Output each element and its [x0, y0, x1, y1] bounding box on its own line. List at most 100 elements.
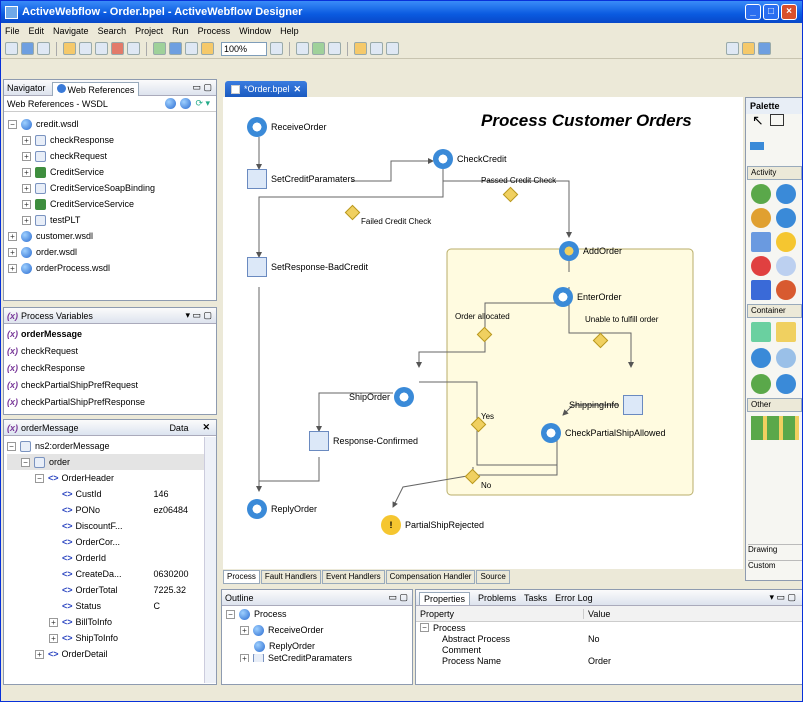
data-tree-row[interactable]: <> PONo ez06484 — [7, 502, 216, 518]
perspective-debug-icon[interactable] — [758, 42, 771, 55]
perspective-bpel-icon[interactable] — [742, 42, 755, 55]
other-tools-icon[interactable] — [751, 416, 799, 440]
save-icon[interactable] — [21, 42, 34, 55]
flow-icon[interactable] — [751, 322, 771, 342]
menu-edit[interactable]: Edit — [29, 26, 45, 36]
data-tree-row[interactable]: <> OrderCor... — [7, 534, 216, 550]
zoom-select[interactable]: 100% — [221, 41, 267, 56]
outline-item[interactable]: + SetCreditParamaters — [222, 654, 412, 662]
data-tree-row[interactable]: − order — [7, 454, 216, 470]
wsdl-tree-item[interactable]: + testPLT — [8, 212, 216, 228]
maximize-button[interactable]: □ — [763, 4, 779, 20]
tab-fault-handlers[interactable]: Fault Handlers — [260, 570, 321, 584]
add-wsdl-icon[interactable] — [165, 98, 177, 109]
empty-icon[interactable] — [751, 280, 771, 300]
align-icon[interactable] — [127, 42, 140, 55]
process-canvas[interactable]: Process Customer Orders ReceiveOrder Set… — [223, 97, 743, 569]
reply-icon[interactable] — [751, 208, 771, 228]
close-icon[interactable]: ✕ — [202, 422, 210, 433]
expand-toggle[interactable]: − — [7, 441, 16, 451]
data-tree-row[interactable]: + <> OrderDetail — [7, 646, 216, 662]
data-tree-row[interactable]: <> CustId 146 — [7, 486, 216, 502]
wait-icon[interactable] — [776, 256, 796, 276]
expand-toggle[interactable]: + — [22, 199, 31, 209]
throw-icon[interactable] — [776, 232, 796, 252]
variable-item[interactable]: (x) checkRequest — [7, 342, 216, 359]
cut-icon[interactable] — [79, 42, 92, 55]
variable-item[interactable]: (x) checkPartialShipPrefRequest — [7, 376, 216, 393]
new-icon[interactable] — [5, 42, 18, 55]
menu-run[interactable]: Run — [172, 26, 189, 36]
minimize-icon[interactable]: ▭ ▢ — [192, 82, 212, 93]
undo-icon[interactable] — [63, 42, 76, 55]
scope-icon[interactable] — [776, 348, 796, 368]
tab-source[interactable]: Source — [476, 570, 510, 584]
data-tree-row[interactable]: <> DiscountF... — [7, 518, 216, 534]
back-icon[interactable] — [370, 42, 383, 55]
variable-item[interactable]: (x) orderMessage — [7, 325, 216, 342]
zoom-dropdown-icon[interactable] — [270, 42, 283, 55]
property-row[interactable]: Process Name Order — [416, 655, 802, 666]
run-icon[interactable] — [153, 42, 166, 55]
wsdl-tree-item[interactable]: + checkRequest — [8, 148, 216, 164]
refresh-icon[interactable]: ⟳ ▾ — [195, 98, 210, 109]
expand-toggle[interactable]: + — [22, 151, 31, 161]
view-menu-icon[interactable]: ▾ ▭ ▢ — [185, 310, 212, 321]
node-reply-order[interactable]: ReplyOrder — [247, 499, 317, 519]
wsdl-tree-item[interactable]: + CreditServiceService — [8, 196, 216, 212]
layout-icon[interactable] — [201, 42, 214, 55]
invoke-icon[interactable] — [776, 208, 796, 228]
menu-navigate[interactable]: Navigate — [53, 26, 89, 36]
node-set-response-bad-credit[interactable]: SetResponse-BadCredit — [247, 257, 368, 277]
editor-tab-order-bpel[interactable]: *Order.bpel ✕ — [225, 81, 308, 97]
expand-toggle[interactable]: + — [8, 247, 17, 257]
menu-search[interactable]: Search — [98, 26, 127, 36]
expand-toggle[interactable]: + — [49, 617, 58, 627]
node-set-credit-parameters[interactable]: SetCreditParamaters — [247, 169, 355, 189]
expand-toggle[interactable]: + — [22, 135, 31, 145]
node-ship-order[interactable]: ShipOrder — [349, 387, 418, 407]
pick-icon[interactable] — [751, 374, 771, 394]
data-tree-row[interactable]: + <> BillToInfo — [7, 614, 216, 630]
forward-icon[interactable] — [386, 42, 399, 55]
invoke-icon[interactable] — [776, 184, 796, 204]
expand-toggle[interactable]: − — [21, 457, 30, 467]
node-receive-order[interactable]: ReceiveOrder — [247, 117, 327, 137]
switch-icon[interactable] — [776, 374, 796, 394]
variable-item[interactable]: (x) checkResponse — [7, 359, 216, 376]
node-enter-order[interactable]: EnterOrder — [553, 287, 622, 307]
node-check-credit[interactable]: CheckCredit — [433, 149, 507, 169]
wsdl-tree-item[interactable]: + CreditService — [8, 164, 216, 180]
node-check-partial-ship[interactable]: CheckPartialShipAllowed — [541, 423, 666, 443]
wsdl-tree-item[interactable]: + customer.wsdl — [8, 228, 216, 244]
palette-section-container[interactable]: Container — [747, 304, 802, 318]
tab-error-log[interactable]: Error Log — [555, 593, 593, 603]
node-shipping-info[interactable]: ShippingInfo — [569, 395, 647, 415]
data-scrollbar[interactable] — [204, 437, 216, 683]
tab-web-references[interactable]: Web References — [51, 81, 140, 96]
expand-toggle[interactable]: + — [49, 633, 58, 643]
assign-icon[interactable] — [751, 232, 771, 252]
tab-properties[interactable]: Properties — [419, 592, 471, 605]
tab-tasks[interactable]: Tasks — [524, 593, 547, 603]
close-tab-icon[interactable]: ✕ — [294, 84, 302, 95]
sequence-icon[interactable] — [776, 322, 796, 342]
receive-icon[interactable] — [751, 184, 771, 204]
expand-toggle[interactable]: + — [8, 231, 17, 241]
expand-toggle[interactable]: − — [8, 119, 17, 129]
remove-wsdl-icon[interactable] — [180, 98, 192, 109]
search-icon[interactable] — [328, 42, 341, 55]
marquee-tool-icon[interactable] — [770, 114, 784, 126]
data-tree-row[interactable]: − ns2:orderMessage — [7, 438, 216, 454]
data-tree-row[interactable]: − <> OrderHeader — [7, 470, 216, 486]
print-icon[interactable] — [37, 42, 50, 55]
property-row[interactable]: Abstract Process No — [416, 633, 802, 644]
while-icon[interactable] — [751, 348, 771, 368]
variable-item[interactable]: (x) checkPartialShipPrefResponse — [7, 393, 216, 410]
menu-help[interactable]: Help — [280, 26, 299, 36]
close-button[interactable]: × — [781, 4, 797, 20]
tab-event-handlers[interactable]: Event Handlers — [321, 570, 385, 584]
minimize-icon[interactable]: ▭ ▢ — [388, 592, 408, 603]
node-response-confirmed[interactable]: Response-Confirmed — [309, 431, 418, 451]
tab-navigator[interactable]: Navigator — [7, 83, 46, 93]
